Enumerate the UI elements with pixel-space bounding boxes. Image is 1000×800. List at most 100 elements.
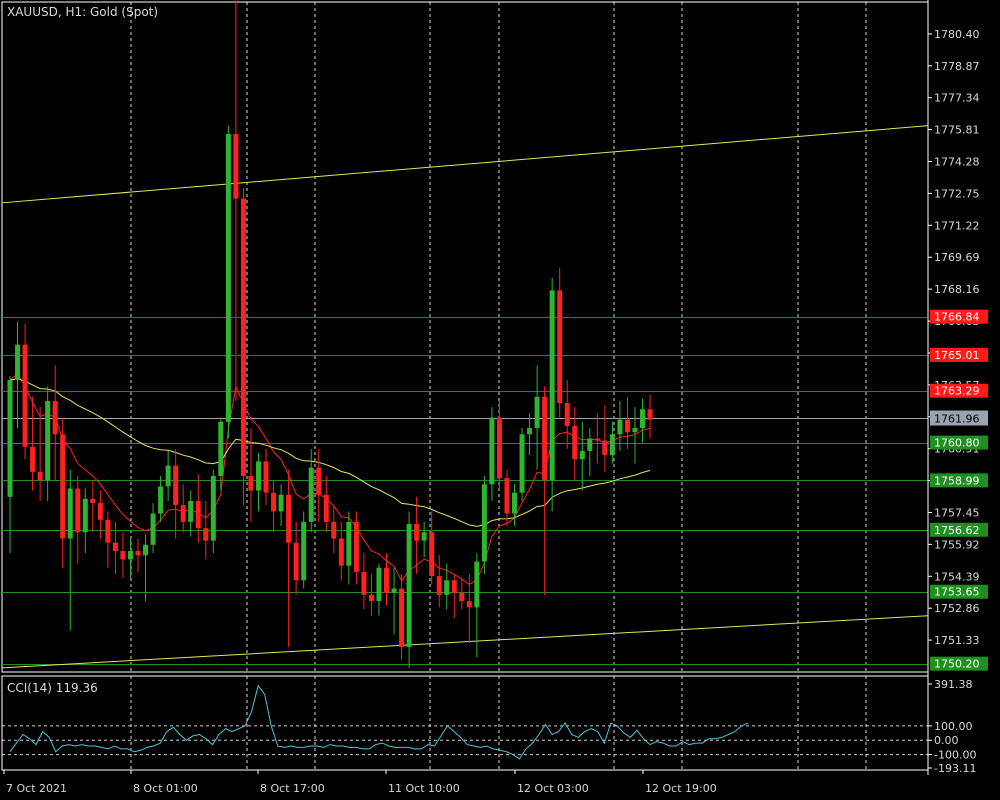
candle-body	[557, 290, 563, 403]
candle-body	[534, 396, 540, 429]
candle-body	[135, 551, 141, 556]
level-tag-label: 1765.01	[934, 349, 980, 362]
candle-body	[632, 428, 638, 433]
candle-body	[248, 475, 254, 491]
candle-body	[429, 532, 435, 577]
candle-body	[338, 538, 344, 566]
candle	[210, 469, 216, 554]
price-tick-label: 1777.34	[934, 92, 980, 105]
candle-body	[105, 519, 111, 543]
candle-body	[346, 521, 352, 566]
candle-body	[301, 521, 307, 581]
candle-body	[45, 400, 51, 481]
candle-body	[444, 580, 450, 595]
candle-body	[263, 461, 269, 493]
candle-body	[353, 521, 359, 572]
candle-body	[67, 488, 73, 539]
candle	[481, 475, 487, 574]
candle-body	[293, 542, 299, 581]
cci-axis-label: 391.38	[934, 678, 973, 691]
level-tag-label: 1760.80	[934, 437, 980, 450]
candle-body	[7, 380, 13, 497]
level-price-tag: 1763.29	[930, 383, 988, 398]
candle-body	[564, 402, 570, 426]
candle-body	[451, 580, 457, 593]
candle	[240, 188, 246, 506]
candle-body	[82, 498, 88, 533]
price-tick-label: 1774.28	[934, 156, 980, 169]
time-tick-label: 7 Oct 2021	[6, 782, 67, 795]
candle-body	[60, 434, 66, 539]
level-price-tag: 1756.62	[930, 522, 988, 537]
candle-body	[579, 450, 585, 460]
cci-axis-label: -193.11	[934, 762, 976, 775]
candle-body	[331, 521, 337, 539]
candle-body	[30, 446, 36, 472]
current-price-tag-label: 1761.96	[934, 413, 980, 426]
candle-body	[218, 421, 224, 476]
candle-body	[519, 434, 525, 493]
candle-body	[143, 544, 149, 556]
candle-body	[466, 601, 472, 608]
candle	[301, 511, 307, 589]
candle-body	[188, 501, 194, 522]
cci-title: CCI(14) 119.36	[7, 681, 98, 695]
level-price-tag: 1753.65	[930, 584, 988, 599]
candle	[225, 125, 231, 439]
candle-body	[512, 492, 518, 514]
candle-body	[640, 409, 646, 429]
time-tick-label: 8 Oct 01:00	[133, 782, 198, 795]
cci-axis-label: 0.00	[934, 734, 959, 747]
candle-body	[233, 133, 239, 199]
candle-body	[225, 133, 231, 422]
level-price-tag: 1750.20	[930, 656, 988, 671]
candle-body	[240, 198, 246, 476]
candle-body	[127, 551, 133, 560]
candle-body	[587, 438, 593, 451]
time-axis: 7 Oct 2021 8 Oct 01:00 8 Oct 17:00 11 Oct 1…	[3, 770, 717, 795]
candle-body	[504, 478, 510, 514]
candle-body	[617, 419, 623, 435]
level-tag-label: 1758.99	[934, 474, 980, 487]
candle-body	[286, 494, 292, 543]
candle-body	[384, 567, 389, 593]
candle-body	[474, 561, 480, 608]
price-tick-label: 1757.45	[934, 506, 980, 519]
candle-body	[376, 567, 382, 602]
time-tick-label: 12 Oct 03:00	[517, 782, 589, 795]
price-tick-label: 1755.92	[934, 538, 980, 551]
candle	[519, 428, 525, 502]
candle-body	[624, 419, 630, 433]
candle-body	[97, 503, 103, 520]
candle-body	[399, 588, 405, 647]
candle-body	[308, 467, 314, 522]
cci-plot-frame[interactable]	[1, 675, 929, 771]
price-tick-label: 1751.33	[934, 634, 980, 647]
candle-body	[436, 576, 442, 595]
chart-canvas[interactable]: 1780.40 1778.87 1777.34 1775.81 1774.28 1772.…	[0, 0, 1000, 800]
time-tick-label: 11 Oct 10:00	[388, 782, 460, 795]
price-plot-frame[interactable]	[1, 1, 929, 673]
price-tick-label: 1780.40	[934, 28, 980, 41]
candle-body	[496, 417, 502, 479]
level-price-tag: 1760.80	[930, 435, 988, 450]
time-tick-label: 8 Oct 17:00	[260, 782, 325, 795]
candle-body	[173, 465, 179, 506]
candle-body	[271, 492, 277, 512]
level-price-tags: 1766.84 1765.01 1763.29 1760.80 1758.99 1756.…	[930, 309, 988, 671]
time-tick-label: 12 Oct 19:00	[645, 782, 717, 795]
candle-body	[150, 513, 156, 545]
level-price-tag: 1766.84	[930, 309, 988, 324]
candle-body	[120, 551, 126, 560]
candle-body	[421, 532, 427, 541]
candle-body	[489, 417, 495, 485]
candle-body	[406, 523, 412, 647]
price-plot-area[interactable]	[1, 1, 929, 771]
candle-body	[195, 501, 201, 529]
level-tag-label: 1756.62	[934, 524, 980, 537]
candle-body	[316, 467, 322, 495]
candle-body	[572, 425, 578, 460]
chart-title: XAUUSD, H1: Gold (Spot)	[7, 5, 158, 19]
candle-body	[37, 471, 43, 481]
candle-body	[165, 465, 171, 487]
